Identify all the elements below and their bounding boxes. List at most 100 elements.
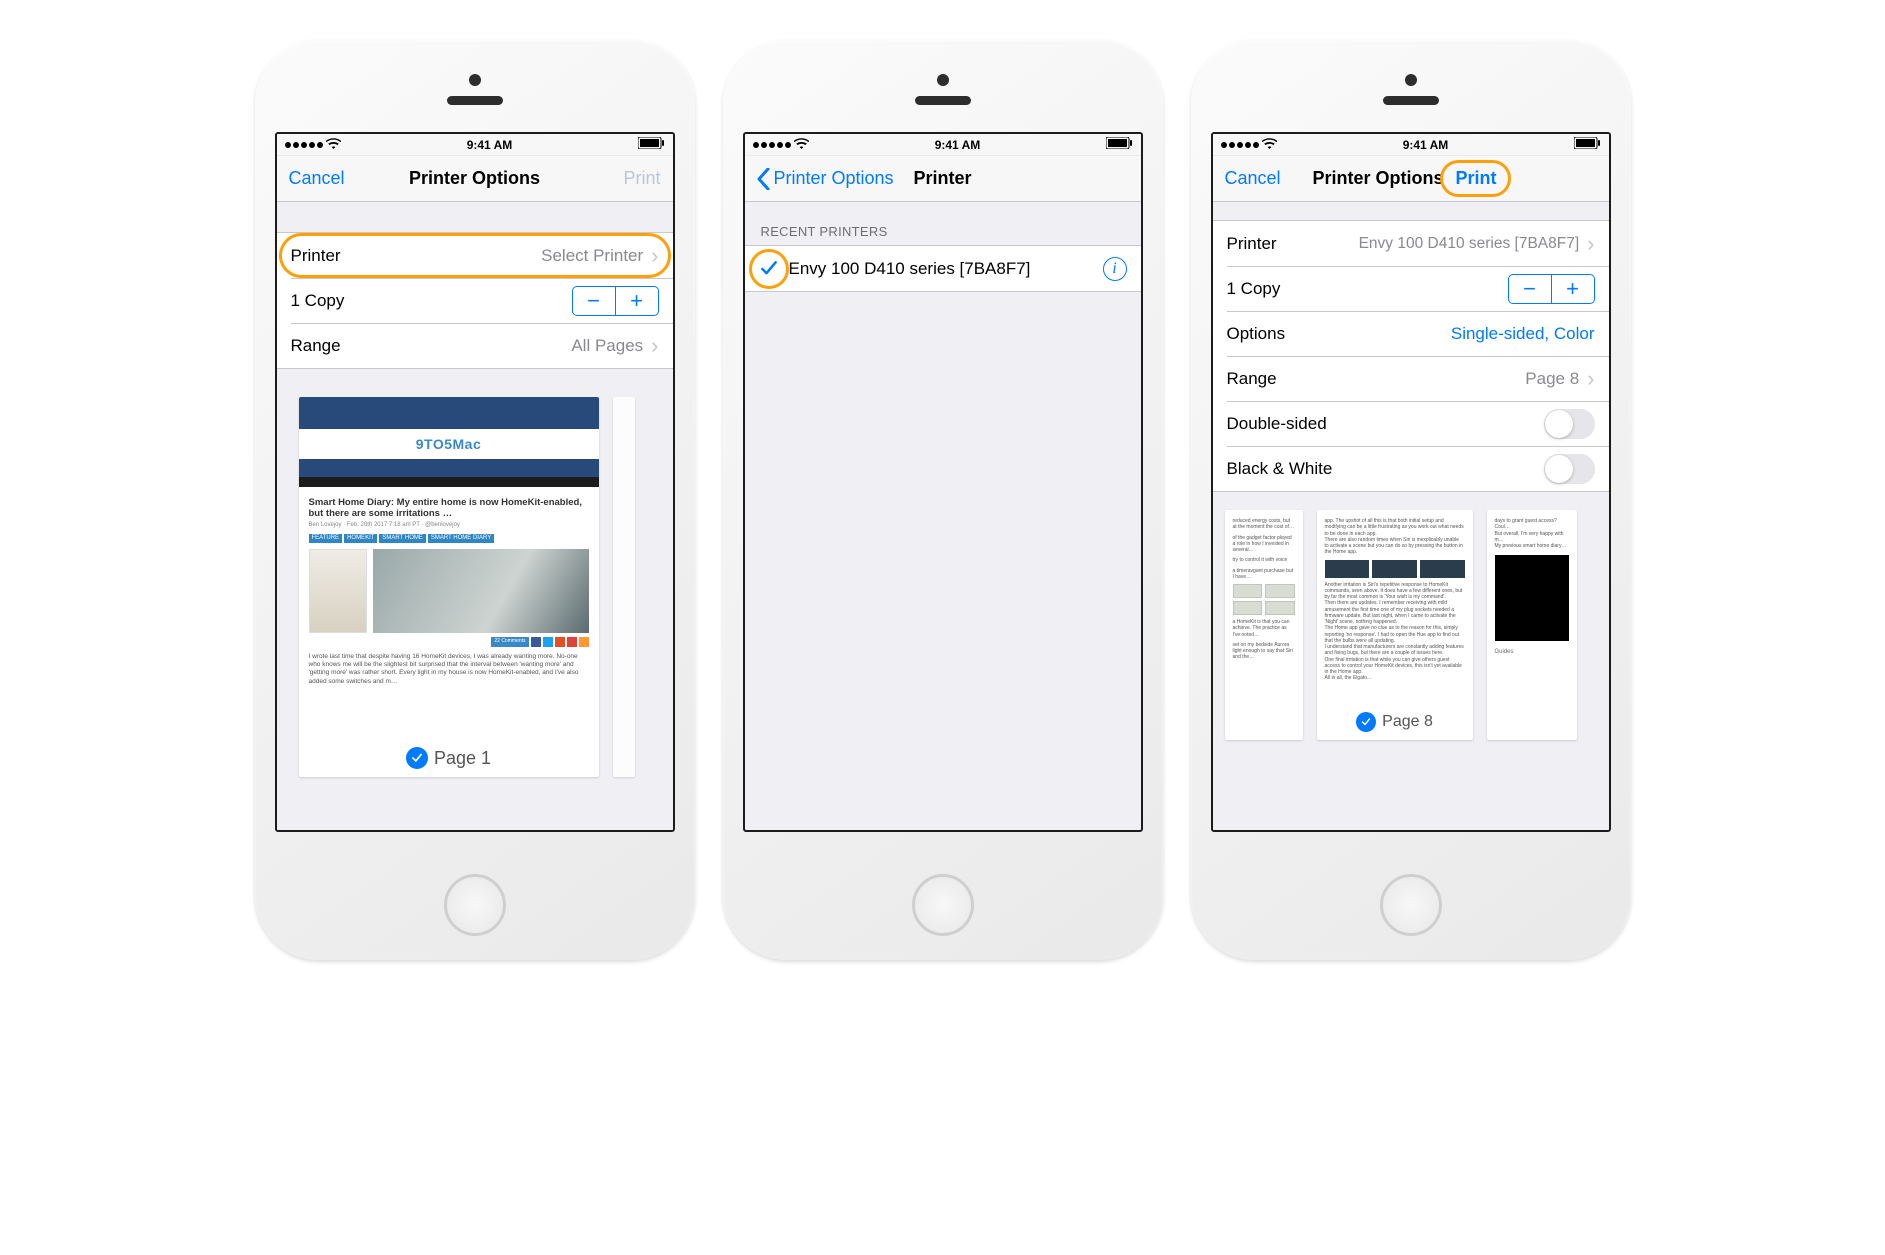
options-row[interactable]: Options Single-sided, Color: [1227, 311, 1609, 356]
media-placeholder: [1495, 555, 1569, 641]
print-settings-group: Printer Envy 100 D410 series [7BA8F7] › …: [1213, 220, 1609, 492]
signal-strength-icon: [1221, 142, 1259, 148]
increment-button[interactable]: +: [1551, 275, 1594, 303]
copies-label: 1 Copy: [1227, 279, 1281, 299]
content: Printer Select Printer › 1 Copy − + Rang…: [277, 202, 673, 830]
double-sided-toggle[interactable]: [1544, 409, 1595, 439]
nav-title: Printer Options: [1312, 168, 1443, 189]
nav-bar: Printer Options Printer: [745, 156, 1141, 202]
status-time: 9:41 AM: [1403, 138, 1449, 152]
status-time: 9:41 AM: [935, 138, 981, 152]
page-preview-area[interactable]: reduced energy costs, but at the moment …: [1213, 492, 1609, 830]
status-time: 9:41 AM: [467, 138, 513, 152]
info-icon[interactable]: i: [1103, 257, 1127, 281]
options-label: Options: [1227, 324, 1286, 344]
screen: 9:41 AM Printer Options Printer RECENT P…: [743, 132, 1143, 832]
printer-row[interactable]: Printer Select Printer ›: [277, 233, 673, 278]
range-label: Range: [1227, 369, 1277, 389]
checkmark-icon: [406, 747, 428, 769]
signal-strength-icon: [753, 142, 791, 148]
page-thumbnail-prev[interactable]: reduced energy costs, but at the moment …: [1225, 510, 1303, 740]
double-sided-label: Double-sided: [1227, 414, 1327, 434]
double-sided-row: Double-sided: [1227, 401, 1609, 446]
iphone-mockup: 9:41 AM Cancel Printer Options Print Pri…: [255, 40, 695, 960]
article-paragraph: I wrote last time that despite having 16…: [309, 653, 589, 686]
chevron-right-icon: ›: [1587, 233, 1594, 255]
thumb-strip: [299, 477, 599, 487]
iphone-mockup: 9:41 AM Printer Options Printer RECENT P…: [723, 40, 1163, 960]
printer-label: Printer: [291, 246, 341, 266]
print-button[interactable]: Print: [1444, 156, 1509, 201]
printer-row[interactable]: Printer Envy 100 D410 series [7BA8F7] ›: [1213, 221, 1609, 266]
page-selection-caption[interactable]: Page 1: [299, 747, 599, 769]
guides-label: Guides: [1487, 647, 1577, 657]
options-value: Single-sided, Color: [1451, 324, 1595, 344]
increment-button[interactable]: +: [615, 287, 658, 315]
chevron-right-icon: ›: [651, 245, 658, 267]
nav-bar: Cancel Printer Options Print: [277, 156, 673, 202]
page-preview-area[interactable]: 9TO5Mac Smart Home Diary: My entire home…: [277, 369, 673, 830]
content: RECENT PRINTERS Envy 100 D410 series [7B…: [745, 202, 1141, 830]
battery-icon: [1106, 137, 1132, 152]
cancel-button[interactable]: Cancel: [1213, 156, 1293, 201]
page-selection-caption[interactable]: Page 8: [1317, 712, 1473, 732]
range-row[interactable]: Range Page 8 ›: [1227, 356, 1609, 401]
home-button[interactable]: [912, 874, 974, 936]
chevron-left-icon: [757, 168, 770, 190]
thumb-banner: [299, 459, 599, 477]
decrement-button[interactable]: −: [573, 287, 615, 315]
back-button[interactable]: Printer Options: [745, 156, 906, 201]
nav-title: Printer Options: [409, 168, 540, 189]
home-button[interactable]: [444, 874, 506, 936]
print-settings-group: Printer Select Printer › 1 Copy − + Rang…: [277, 232, 673, 369]
printer-value: Envy 100 D410 series [7BA8F7]: [1359, 235, 1580, 253]
nav-title: Printer: [913, 168, 971, 189]
article-photos: [309, 549, 589, 633]
checkmark-icon: [1356, 712, 1376, 732]
status-bar: 9:41 AM: [745, 134, 1141, 156]
home-button[interactable]: [1380, 874, 1442, 936]
iphone-mockup: 9:41 AM Cancel Printer Options Print Pri…: [1191, 40, 1631, 960]
status-bar: 9:41 AM: [1213, 134, 1609, 156]
page-number-label: Page 1: [434, 748, 491, 769]
copies-label: 1 Copy: [291, 291, 345, 311]
thumb-site-header: [299, 397, 599, 429]
battery-icon: [638, 137, 664, 152]
copies-stepper[interactable]: − +: [572, 286, 659, 316]
wifi-icon: [1262, 138, 1277, 152]
bw-row: Black & White: [1227, 446, 1609, 491]
bw-label: Black & White: [1227, 459, 1333, 479]
article-tags: FEATUREHOMEKITSMART HOMESMART HOME DIARY: [309, 532, 589, 543]
print-button: Print: [611, 156, 672, 201]
chevron-right-icon: ›: [1587, 368, 1594, 390]
decrement-button[interactable]: −: [1509, 275, 1551, 303]
page-thumbnail-next[interactable]: days to grant guest access? Coul… But ov…: [1487, 510, 1577, 740]
range-row[interactable]: Range All Pages ›: [291, 323, 673, 368]
printer-list-group: Envy 100 D410 series [7BA8F7] i: [745, 245, 1141, 292]
cancel-button[interactable]: Cancel: [277, 156, 357, 201]
bw-toggle[interactable]: [1544, 454, 1595, 484]
status-bar: 9:41 AM: [277, 134, 673, 156]
signal-strength-icon: [285, 142, 323, 148]
wifi-icon: [794, 138, 809, 152]
nav-bar: Cancel Printer Options Print: [1213, 156, 1609, 202]
wifi-icon: [326, 138, 341, 152]
range-label: Range: [291, 336, 341, 356]
content: Printer Envy 100 D410 series [7BA8F7] › …: [1213, 202, 1609, 830]
page-thumbnail-next[interactable]: [613, 397, 635, 777]
share-bar: 22 Comments: [309, 637, 589, 647]
copies-stepper[interactable]: − +: [1508, 274, 1595, 304]
page-number-label: Page 8: [1382, 713, 1433, 731]
copies-row: 1 Copy − +: [291, 278, 673, 323]
page-thumbnail[interactable]: app. The upshot of all this is that both…: [1317, 510, 1473, 740]
checkmark-icon: [759, 259, 779, 279]
printer-name: Envy 100 D410 series [7BA8F7]: [789, 259, 1031, 279]
chevron-right-icon: ›: [651, 335, 658, 357]
article-title: Smart Home Diary: My entire home is now …: [309, 497, 589, 520]
screen: 9:41 AM Cancel Printer Options Print Pri…: [1211, 132, 1611, 832]
printer-list-item[interactable]: Envy 100 D410 series [7BA8F7] i: [745, 246, 1141, 291]
thumb-site-logo: 9TO5Mac: [299, 429, 599, 459]
page-thumbnail[interactable]: 9TO5Mac Smart Home Diary: My entire home…: [299, 397, 599, 777]
battery-icon: [1574, 137, 1600, 152]
screen: 9:41 AM Cancel Printer Options Print Pri…: [275, 132, 675, 832]
